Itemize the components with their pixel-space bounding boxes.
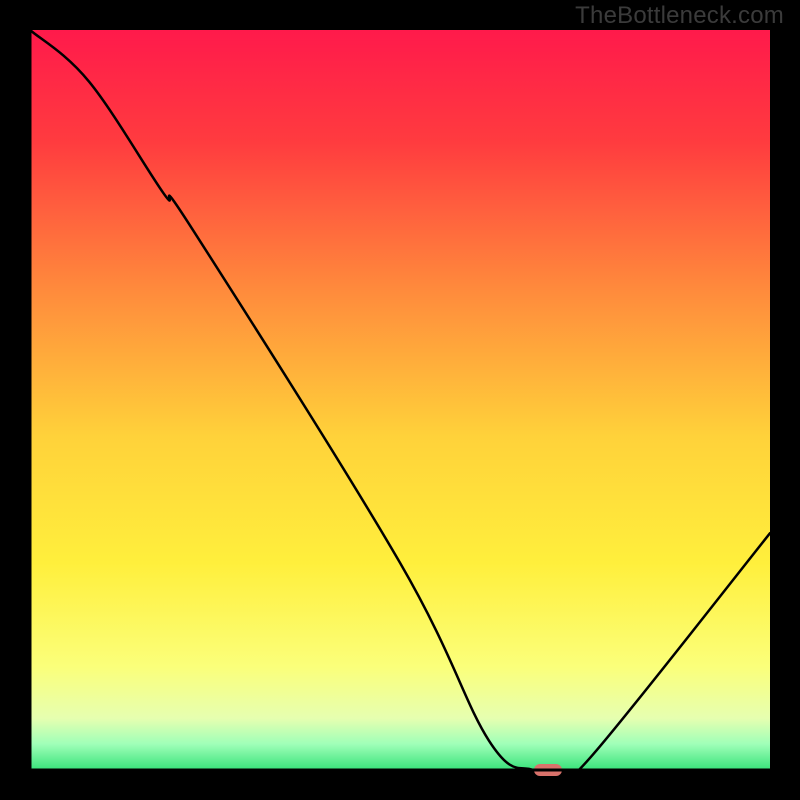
watermark-label: TheBottleneck.com — [575, 2, 784, 30]
plot-area-background — [30, 30, 770, 770]
bottleneck-chart — [0, 0, 800, 800]
